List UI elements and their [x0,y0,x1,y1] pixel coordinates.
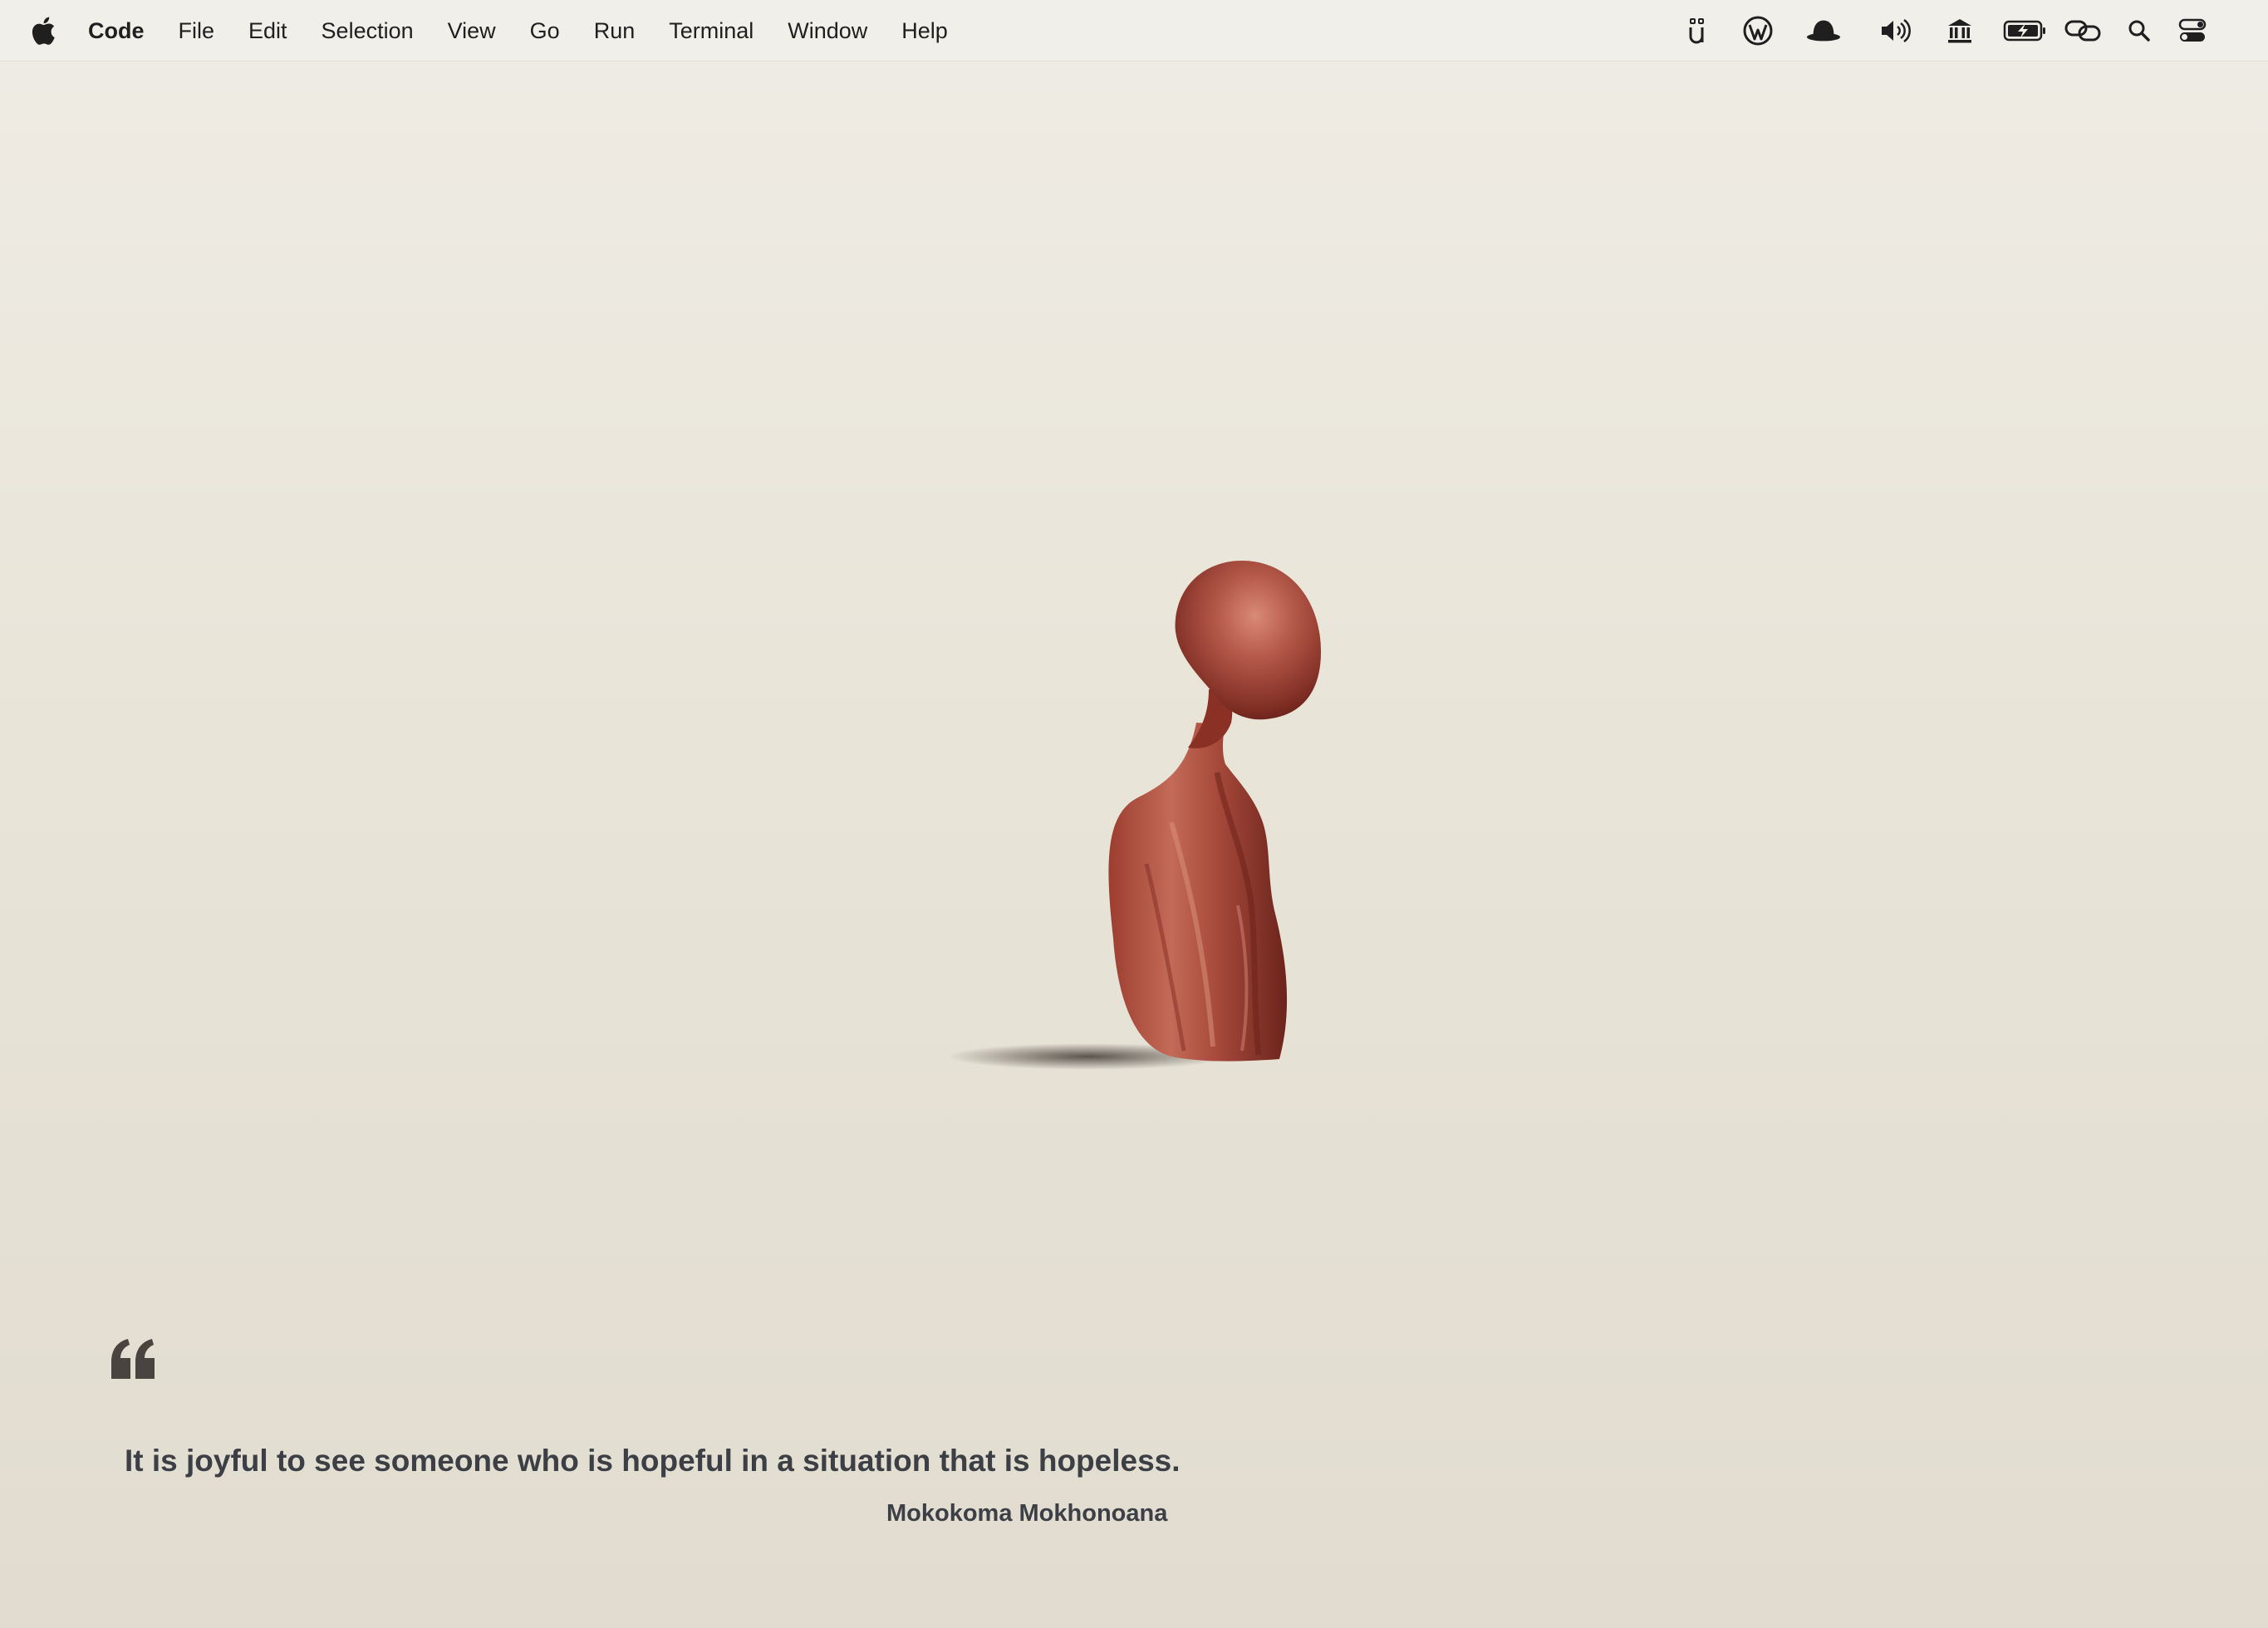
menu-go[interactable]: Go [530,0,560,61]
control-center-icon[interactable] [2174,12,2211,49]
spotlight-search-icon[interactable] [2121,12,2158,49]
menu-bar: Code File Edit Selection View Go Run Ter… [0,0,2268,61]
menu-terminal[interactable]: Terminal [669,0,754,61]
wordpress-icon[interactable] [1740,12,1776,49]
menu-help[interactable]: Help [901,0,948,61]
bank-icon[interactable] [1942,12,1978,49]
battery-charging-icon[interactable] [2002,12,2049,49]
volume-icon[interactable] [1878,12,1914,49]
menu-app-name[interactable]: Code [88,0,145,61]
menu-file[interactable]: File [179,0,215,61]
link-icon[interactable] [2064,12,2101,49]
bowler-hat-icon[interactable] [1805,12,1842,49]
ublock-icon[interactable] [1679,12,1716,49]
apple-logo-icon[interactable] [28,14,58,47]
quote-author: Mokokoma Mokhonoana [886,1500,1168,1527]
menu-selection[interactable]: Selection [322,0,414,61]
menu-view[interactable]: View [448,0,496,61]
wallpaper-sculpture [922,548,1371,1080]
quote-mark-icon [108,1337,158,1380]
menu-window[interactable]: Window [788,0,867,61]
menu-bar-left: Code File Edit Selection View Go Run Ter… [0,0,982,61]
menu-run[interactable]: Run [594,0,636,61]
menu-edit[interactable]: Edit [248,0,287,61]
quote-text: It is joyful to see someone who is hopef… [125,1444,1181,1478]
